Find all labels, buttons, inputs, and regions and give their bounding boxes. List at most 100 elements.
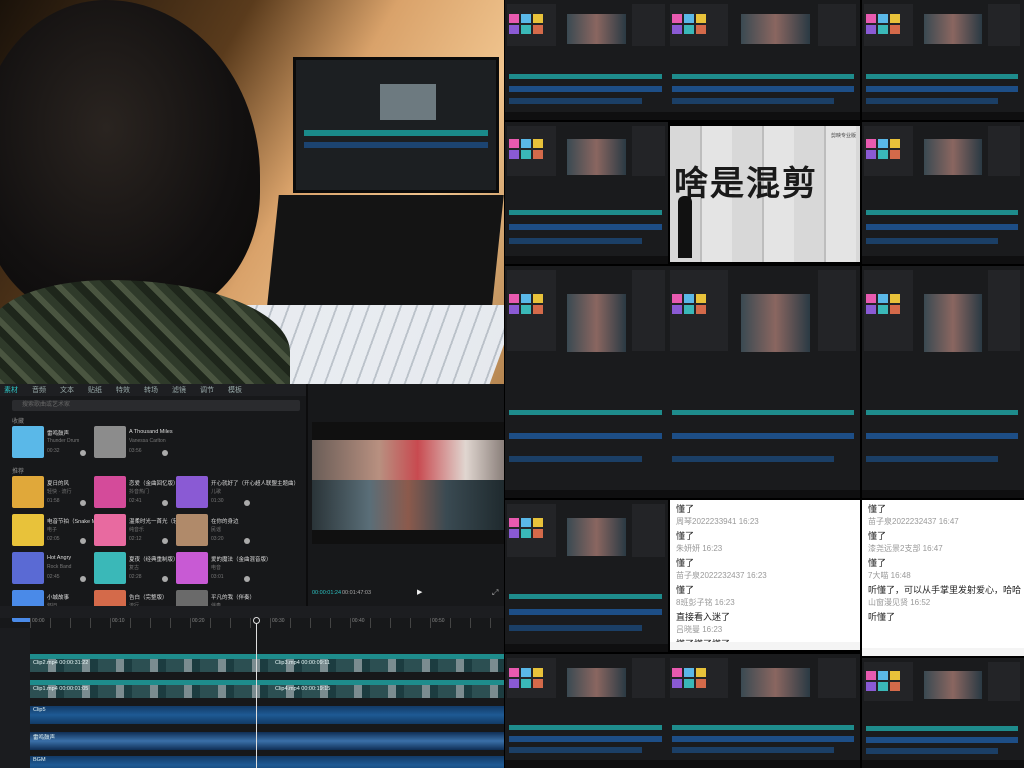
play-icon[interactable]: ▶ [417,588,422,596]
add-icon[interactable] [244,500,250,506]
media-thumbnails [866,139,900,159]
media-thumb [533,518,543,527]
media-thumb [533,150,543,159]
menu-tab-1[interactable]: 音频 [32,385,46,395]
recommend-card[interactable]: 夏日的风 轻快 · 流行 01:58 [12,476,88,510]
media-thumb [878,294,888,303]
media-thumb [890,671,900,680]
recommend-card[interactable]: 在你的身边 民谣 03:20 [176,514,252,548]
menu-tab-2[interactable]: 文本 [60,385,74,395]
timeline-track-audio[interactable]: BGM [30,756,504,768]
chat-message: 懂了 [868,504,887,514]
media-thumb [672,25,682,34]
menu-tab-8[interactable]: 模板 [228,385,242,395]
media-thumb [866,150,876,159]
playhead-line[interactable] [256,618,257,768]
screenshot-status-bar [862,256,1024,264]
timeline-audio-bar [866,433,1018,439]
timeline-video-bar [672,410,854,415]
timeline-audio-bar [509,747,642,753]
recommend-card[interactable]: 夏夜（经典重制版） 复古 02:28 [94,552,179,586]
timeline-track-audio[interactable]: 雷鸣鼓声 [30,732,504,750]
fullscreen-icon[interactable]: ⤢ [492,588,498,598]
title-card-badge: 剪映专业版 [830,133,856,139]
media-thumb [878,305,888,314]
song-artist: 抖音热门 [129,489,150,495]
add-icon[interactable] [162,538,168,544]
recommend-card[interactable]: 爱的魔法（金曲混音版） 电音 03:01 [176,552,272,586]
timeline-audio-bar [509,238,642,244]
add-icon[interactable] [80,538,86,544]
menu-tab-6[interactable]: 滤镜 [172,385,186,395]
chat-sender: 7大喵 16:48 [868,570,911,580]
chat-message: 懂了 [676,558,695,568]
video-preview [312,422,504,544]
timeline-video-bar [672,74,854,79]
media-thumb [866,305,876,314]
screenshot-status-bar [862,112,1024,120]
media-thumb [890,305,900,314]
media-thumb [890,294,900,303]
editor-properties-panel [632,658,665,698]
editor-preview-frame [741,294,810,352]
recommend-card[interactable]: 恋爱（金曲回忆版） 抖音热门 02:41 [94,476,179,510]
timeline-toolbar [0,606,504,618]
screenshot-status-bar [505,644,668,652]
media-thumb [866,671,876,680]
screenshot-status-bar [505,760,668,768]
song-duration: 00:32 [47,448,60,454]
favorite-card[interactable]: A Thousand Miles Vanessa Carlton 03:56 [94,426,173,460]
timeline-track-video[interactable]: Clip2.mp4 00:00:31:22 Clip3.mp4 00:00:09:… [30,654,504,672]
screenshot-status-bar [668,760,860,768]
song-duration: 01:30 [211,498,224,504]
song-duration: 02:41 [129,498,142,504]
menu-tab-7[interactable]: 调节 [200,385,214,395]
editor-properties-panel [632,504,665,557]
timeline-audio-bar [672,86,854,92]
menu-tab-5[interactable]: 转场 [144,385,158,395]
add-icon[interactable] [244,576,250,582]
menu-tab-3[interactable]: 贴纸 [88,385,102,395]
recommend-card[interactable]: Hot Angry Rock Band 02:45 [12,552,88,586]
media-thumb [684,294,694,303]
add-icon[interactable] [162,500,168,506]
recommend-card[interactable]: 电音节拍（Snake Mix） 电子 02:05 [12,514,106,548]
recommend-card[interactable]: 开心就好了（开心超人联盟主题曲） 儿歌 01:30 [176,476,299,510]
media-thumb [533,679,543,688]
media-thumb [672,294,682,303]
chat-sender: 周琴2022233941 16:23 [676,516,759,526]
timeline-video-bar [866,74,1018,79]
add-icon[interactable] [162,450,168,456]
song-title: 告白（完整版） [129,595,168,601]
timeline-track-video[interactable]: Clip1.mp4 00:00:01:05 Clip4.mp4 00:00:19:… [30,680,504,698]
timeline-track-audio[interactable]: Clip5 [30,706,504,724]
add-icon[interactable] [80,500,86,506]
media-thumb [533,294,543,303]
song-duration: 02:45 [47,574,60,580]
chat-sender: 苗子泉2022232437 16:47 [868,516,959,526]
menu-tab-0[interactable]: 素材 [4,385,18,395]
media-thumb [509,679,519,688]
media-thumb [684,14,694,23]
title-card: 剪映专业版 啥是混剪 [670,126,860,262]
editor-screenshot-thumb [505,500,668,652]
media-thumb [890,139,900,148]
timeline-ruler[interactable]: 00:00 00:10 00:20 00:30 00:40 00:50 [30,618,504,628]
editor-preview-frame [924,294,982,352]
menu-tab-4[interactable]: 特效 [116,385,130,395]
recommend-card[interactable]: 温柔时光一首光（轻音乐） 纯音乐 02:12 [94,514,195,548]
add-icon[interactable] [80,450,86,456]
media-thumb [878,671,888,680]
add-icon[interactable] [80,576,86,582]
playhead-handle[interactable] [253,617,260,624]
timeline-video-bar [866,726,1018,731]
editor-screenshot: 素材 音频 文本 贴纸 特效 转场 滤镜 调节 模板 搜索歌曲或艺术家 收藏 雷鸣鼓声 Thund… [0,384,504,768]
media-thumb [521,139,531,148]
panel-divider [306,384,308,606]
music-search-input[interactable]: 搜索歌曲或艺术家 [12,400,300,411]
chat-message: 懂了 [676,531,695,541]
add-icon[interactable] [244,538,250,544]
favorite-card[interactable]: 雷鸣鼓声 Thunder Drum 00:32 [12,426,88,460]
add-icon[interactable] [162,576,168,582]
song-artist: 复古 [129,565,140,571]
